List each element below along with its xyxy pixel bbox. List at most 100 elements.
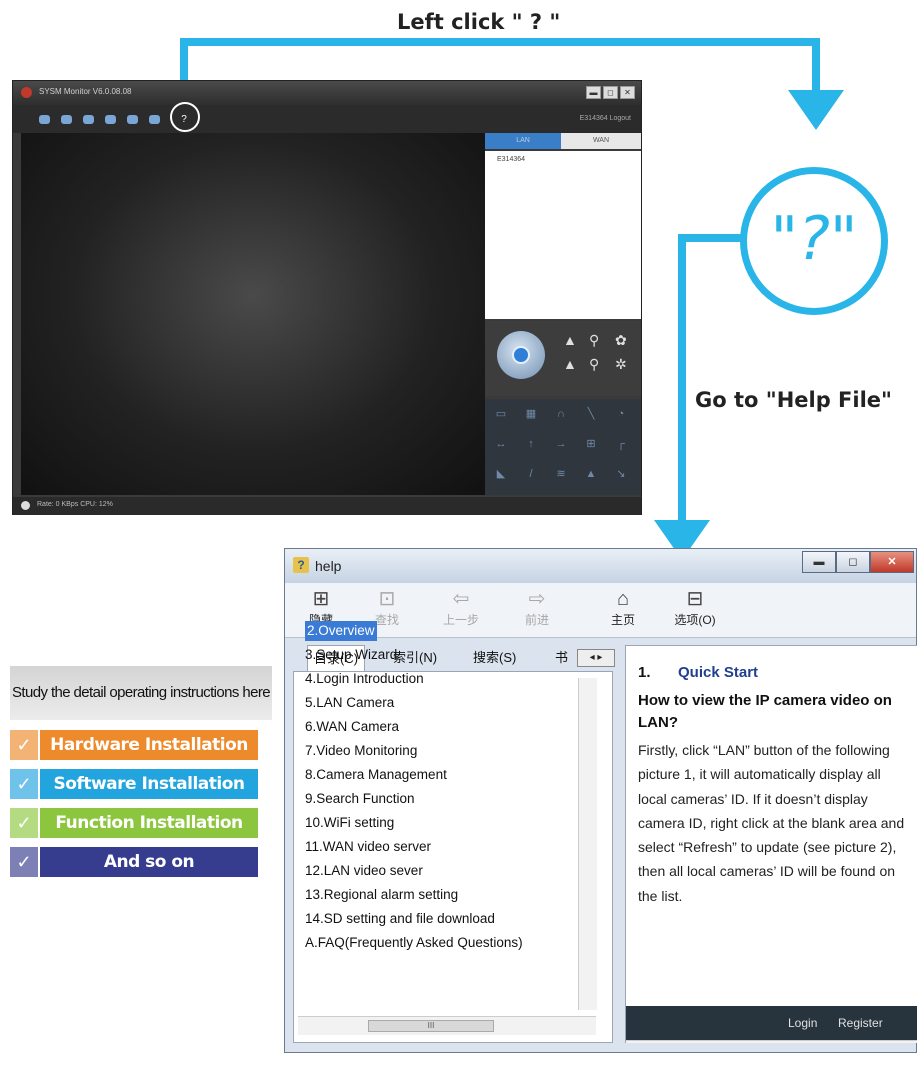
find-icon: ⊡ (378, 588, 396, 610)
check-icon: ✓ (10, 808, 40, 838)
question-mark-callout: "?" (740, 167, 888, 315)
view-layout-icon[interactable] (39, 115, 50, 124)
iris-icon[interactable]: ✿ (615, 333, 627, 347)
help-window: ? help ▬ ◻ ✕ ⊞ 隐藏 ⊡ 查找 ⇦ 上一步 ⇨ 前进 ⌂ 主页 ⊟ (284, 548, 917, 1053)
toc-horizontal-scrollbar[interactable]: III (298, 1016, 596, 1035)
toc-item[interactable]: 9.Search Function (303, 787, 573, 811)
toc-vertical-scrollbar[interactable] (578, 678, 597, 1010)
folder-icon[interactable]: ▭ (493, 407, 509, 421)
vertical-icon[interactable]: ↑ (523, 437, 539, 451)
toc-item[interactable]: 3.Setup Wizard (303, 643, 573, 667)
close-button[interactable]: ✕ (620, 86, 635, 99)
refresh-icon[interactable] (512, 346, 530, 364)
monitor-titlebar: SYSM Monitor V6.0.08.08 ▬ ◻ ✕ (13, 81, 641, 105)
login-link[interactable]: Login (788, 1016, 817, 1030)
tab-wan[interactable]: WAN (561, 133, 641, 149)
ptz-direction-pad[interactable] (497, 331, 545, 379)
alarm-icon[interactable]: ▲ (583, 467, 599, 481)
study-item-label: And so on (103, 852, 195, 872)
study-item-software[interactable]: ✓ Software Installation (10, 769, 258, 799)
function-grid: ▭ ▦ ∩ ╲ ◔ ↔ ↑ → ⊞ ┌ ◣ / ≋ ▲ ↘ (485, 399, 641, 495)
lock-icon[interactable] (105, 115, 116, 124)
wifi-icon[interactable]: ≋ (553, 467, 569, 481)
tab-lan[interactable]: LAN (485, 133, 561, 149)
status-bar: Rate: 0 KBps CPU: 12% (13, 497, 641, 515)
cruise-icon[interactable]: → (553, 437, 569, 451)
monitor-title: SYSM Monitor V6.0.08.08 (39, 87, 132, 96)
tab-scroll-arrows[interactable]: ◂ ▸ (577, 649, 615, 667)
check-icon: ✓ (10, 769, 40, 799)
study-item-label: Software Installation (53, 774, 245, 794)
toc-item[interactable]: 8.Camera Management (303, 763, 573, 787)
arrow-segment (678, 234, 744, 242)
toc-item-selected[interactable]: 2.Overview (305, 621, 377, 641)
toc-item[interactable]: 14.SD setting and file download (303, 907, 573, 931)
focus-near-icon[interactable]: ⚲ (589, 357, 599, 371)
snapshot-icon[interactable] (83, 115, 94, 124)
help-highlight-circle (170, 102, 200, 132)
settings-icon[interactable] (149, 115, 160, 124)
study-item-label: Function Installation (55, 813, 243, 833)
options-button[interactable]: ⊟ 选项(O) (669, 587, 721, 628)
study-item-label: Hardware Installation (50, 735, 248, 755)
focus-icon[interactable]: ⚲ (589, 333, 599, 347)
arrow-head-down-icon (788, 90, 844, 130)
minimize-button[interactable]: ▬ (586, 86, 601, 99)
maximize-button[interactable]: ◻ (603, 86, 618, 99)
power-icon[interactable]: ◔ (613, 407, 629, 421)
scroll-thumb[interactable]: III (368, 1020, 494, 1032)
zoom-in-icon[interactable]: ▲ (563, 333, 577, 347)
toc-item[interactable]: 6.WAN Camera (303, 715, 573, 739)
toc-item[interactable]: 10.WiFi setting (303, 811, 573, 835)
zoom-out-icon[interactable]: ▲ (563, 357, 577, 371)
toc-item[interactable]: 12.LAN video sever (303, 859, 573, 883)
pen-icon[interactable]: / (523, 467, 539, 481)
go-to-help-callout: Go to "Help File" (695, 388, 892, 412)
toc-item[interactable]: 13.Regional alarm setting (303, 883, 573, 907)
toc-item[interactable]: 5.LAN Camera (303, 691, 573, 715)
forward-icon: ⇨ (528, 588, 546, 610)
ptz-control: ▲ ⚲ ✿ ▲ ⚲ ✲ (485, 321, 641, 396)
monitor-window: SYSM Monitor V6.0.08.08 ▬ ◻ ✕ ? E314364 … (12, 80, 642, 515)
flag-icon[interactable]: ┌ (613, 437, 629, 451)
check-icon: ✓ (10, 847, 40, 877)
help-titlebar: ? help ▬ ◻ ✕ (285, 549, 916, 583)
device-list[interactable]: E314364 (485, 151, 641, 319)
app-logo-icon (21, 87, 32, 98)
iris-close-icon[interactable]: ✲ (615, 357, 627, 371)
help-content-pane: 1. Quick Start How to view the IP camera… (625, 645, 917, 1043)
study-header: Study the detail operating instructions … (10, 666, 272, 720)
tool-icon[interactable]: ↘ (613, 467, 629, 481)
study-item-function[interactable]: ✓ Function Installation (10, 808, 258, 838)
toc-item[interactable]: 7.Video Monitoring (303, 739, 573, 763)
arrow-segment (678, 234, 686, 524)
study-item-hardware[interactable]: ✓ Hardware Installation (10, 730, 258, 760)
section-subtitle: How to view the IP camera video on LAN? (638, 692, 892, 731)
lan-wan-tabs: LAN WAN (485, 133, 641, 149)
wrench-icon[interactable]: ╲ (583, 407, 599, 421)
video-viewport[interactable] (21, 133, 485, 495)
help-title: help (315, 558, 342, 574)
film-icon[interactable]: ▦ (523, 407, 539, 421)
user-icon[interactable] (127, 115, 138, 124)
study-item-and-so-on[interactable]: ✓ And so on (10, 847, 258, 877)
user-logout-link[interactable]: E314364 Logout (580, 115, 631, 122)
left-click-callout: Left click " ? " (397, 10, 561, 34)
home-button[interactable]: ⌂ 主页 (597, 587, 649, 628)
maximize-button[interactable]: ◻ (836, 551, 870, 573)
content-horizontal-scrollbar[interactable] (626, 1040, 917, 1043)
device-item[interactable]: E314364 (497, 156, 525, 163)
toc-item[interactable]: 11.WAN video server (303, 835, 573, 859)
status-icon (21, 501, 30, 510)
toc-item[interactable]: 4.Login Introduction (303, 667, 573, 691)
mirror-icon[interactable]: ◣ (493, 467, 509, 481)
horizontal-icon[interactable]: ↔ (493, 437, 509, 451)
headset-icon[interactable]: ∩ (553, 407, 569, 421)
register-link[interactable]: Register (838, 1016, 883, 1030)
preset-icon[interactable]: ⊞ (583, 437, 599, 451)
record-icon[interactable] (61, 115, 72, 124)
minimize-button[interactable]: ▬ (802, 551, 836, 573)
close-button[interactable]: ✕ (870, 551, 914, 573)
toc-item[interactable]: A.FAQ(Frequently Asked Questions) (303, 931, 573, 955)
study-panel: Study the detail operating instructions … (10, 666, 272, 877)
